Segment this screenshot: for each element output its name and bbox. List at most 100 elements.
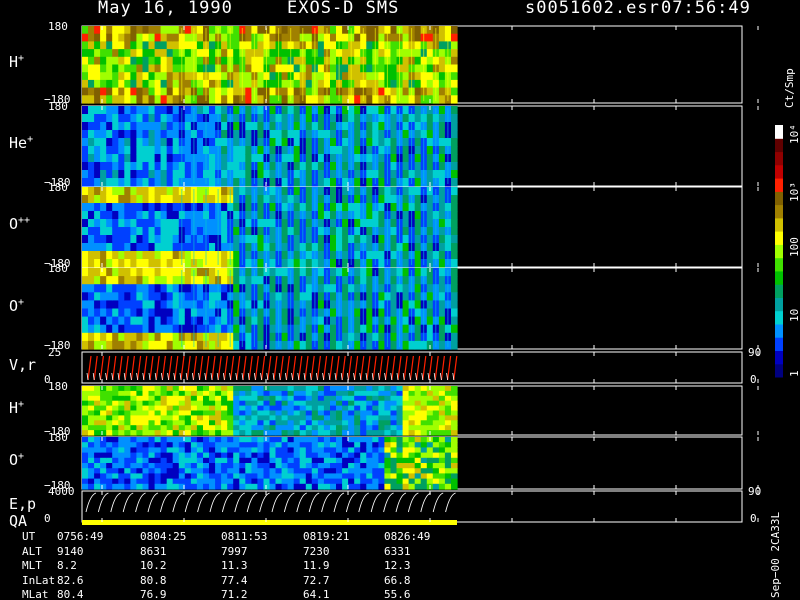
spectrogram-cell	[281, 178, 289, 187]
spectrogram-cell	[330, 49, 337, 58]
spectrogram-cell	[330, 33, 337, 42]
spectrogram-cell	[275, 442, 283, 448]
spectrogram-cell	[275, 437, 283, 443]
spectrogram-cell	[106, 41, 113, 50]
spectrogram-cell	[160, 308, 168, 318]
spectrogram-cell	[293, 170, 301, 179]
spectrogram-cell	[184, 473, 192, 480]
spectrogram-cell	[221, 219, 228, 228]
spectrogram-cell	[378, 430, 385, 436]
spectrogram-cell	[136, 308, 143, 318]
spectrogram-cell	[414, 219, 422, 228]
spectrogram-cell	[196, 483, 204, 490]
energy-trace	[184, 492, 196, 513]
colorbar-segment	[775, 151, 783, 166]
spectrogram-cell	[245, 308, 252, 318]
ephemeris-value: 7997	[221, 544, 248, 558]
spectrogram-cell	[366, 72, 373, 81]
spectrogram-cell	[354, 420, 361, 426]
spectrogram-cell	[257, 292, 264, 301]
spectrogram-cell	[438, 79, 446, 89]
spectrogram-cell	[94, 251, 101, 260]
spectrogram-cell	[154, 95, 162, 104]
spectrogram-cell	[130, 64, 137, 73]
spectrogram-cell	[330, 300, 337, 310]
spectrogram-cell	[293, 56, 301, 66]
spectrogram-cell	[378, 324, 385, 334]
radius-trace	[347, 372, 349, 381]
spectrogram-cell	[245, 64, 252, 73]
spectrogram-cell	[154, 478, 162, 485]
spectrogram-cell	[360, 483, 367, 490]
spectrogram-cell	[166, 41, 174, 50]
spectrogram-cell	[354, 478, 361, 485]
spectrogram-cell	[148, 425, 156, 431]
spectrogram-cell	[184, 478, 192, 485]
spectrogram-cell	[124, 316, 131, 326]
spectrogram-cell	[124, 122, 131, 131]
spectrogram-cell	[184, 300, 192, 310]
spectrogram-cell	[124, 130, 131, 139]
spectrogram-cell	[233, 400, 240, 407]
radius-trace	[86, 372, 89, 381]
spectrogram-cell	[130, 316, 137, 326]
spectrogram-cell	[130, 138, 137, 147]
spectrogram-cell	[317, 79, 325, 89]
spectrogram-cell	[184, 425, 192, 431]
spectrogram-cell	[106, 437, 113, 443]
spectrogram-cell	[221, 425, 228, 431]
spectrogram-cell	[130, 430, 137, 436]
spectrogram-cell	[444, 447, 452, 454]
spectrogram-cell	[209, 340, 216, 350]
spectrogram-cell	[451, 395, 458, 402]
spectrogram-cell	[245, 284, 252, 293]
panel-label-3: O+	[9, 297, 24, 315]
spectrogram-cell	[184, 146, 192, 155]
spectrogram-cell	[118, 478, 125, 485]
spectrogram-cell	[160, 463, 168, 469]
spectrogram-cell	[257, 203, 264, 212]
spectrogram-cell	[160, 340, 168, 350]
spectrogram-cell	[402, 268, 410, 277]
spectrogram-cell	[130, 452, 137, 459]
spectrogram-cell	[196, 442, 204, 448]
spectrogram-cell	[88, 259, 95, 268]
energy-trace	[308, 492, 320, 513]
spectrogram-cell	[142, 162, 150, 171]
spectrogram-cell	[354, 33, 361, 42]
spectrogram-cell	[287, 452, 295, 459]
spectrogram-cell	[336, 473, 343, 480]
energy-trace	[135, 492, 146, 513]
spectrogram-cell	[451, 235, 458, 244]
spectrogram-cell	[257, 114, 264, 123]
spectrogram-cell	[451, 259, 458, 268]
spectrogram-cell	[432, 395, 440, 402]
spectrogram-cell	[106, 187, 113, 196]
spectrogram-cell	[209, 442, 216, 448]
spectrogram-cell	[372, 468, 379, 474]
spectrogram-cell	[148, 235, 156, 244]
spectrogram-cell	[251, 405, 258, 412]
spectrogram-cell	[190, 463, 198, 469]
spectrogram-cell	[239, 405, 246, 412]
spectrogram-cell	[112, 79, 119, 89]
spectrogram-cell	[172, 300, 180, 310]
spectrogram-cell	[112, 437, 119, 443]
spectrogram-cell	[366, 468, 373, 474]
spectrogram-cell	[88, 473, 95, 480]
spectrogram-cell	[330, 219, 337, 228]
spectrogram-cell	[330, 395, 337, 402]
spectrogram-cell	[257, 284, 264, 293]
spectrogram-cell	[281, 415, 289, 421]
velocity-trace	[422, 355, 427, 381]
spectrogram-cell	[124, 259, 131, 268]
spectrogram-cell	[330, 415, 337, 421]
radius-trace	[415, 372, 417, 381]
spectrogram-cell	[305, 259, 313, 268]
spectrogram-cell	[366, 154, 373, 163]
spectrogram-cell	[196, 300, 204, 310]
spectrogram-cell	[372, 463, 379, 469]
spectrogram-cell	[100, 268, 107, 277]
spectrogram-cell	[251, 395, 258, 402]
spectrogram-cell	[221, 308, 228, 318]
